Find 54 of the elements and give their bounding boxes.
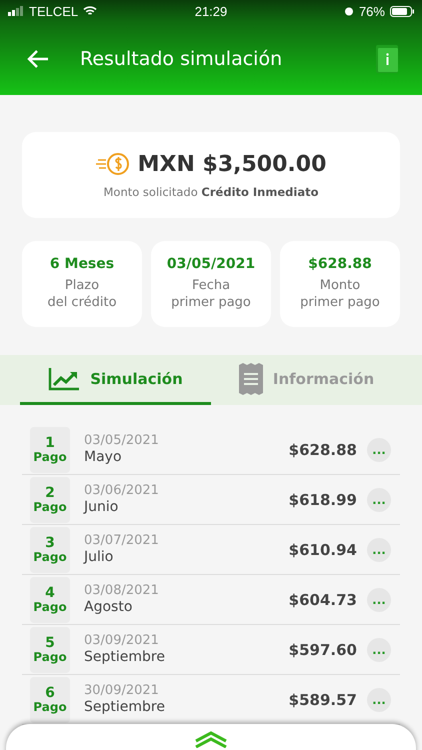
payment-number-badge: 1 Pago	[30, 426, 70, 472]
receipt-icon	[238, 362, 263, 394]
back-arrow-icon[interactable]	[26, 48, 50, 68]
summary-label: Monto primer pago	[300, 278, 380, 312]
summary-value: 03/05/2021	[166, 256, 256, 272]
more-button[interactable]: ...	[367, 438, 391, 462]
battery-percent: 76%	[358, 4, 385, 18]
payment-month: Julio	[84, 548, 114, 566]
summary-label: Fecha primer pago	[171, 278, 251, 312]
payment-month: Mayo	[84, 448, 123, 466]
payment-amount: $618.99	[288, 490, 357, 508]
payment-month: Junio	[84, 498, 120, 516]
payment-number-badge: 3 Pago	[30, 526, 70, 572]
payment-amount: $604.73	[288, 590, 357, 608]
amount-caption: Monto solicitado Crédito Inmediato	[103, 185, 318, 199]
payment-date: 03/05/2021	[84, 433, 160, 449]
payment-date: 30/09/2021	[84, 683, 160, 699]
requested-amount: MXN $3,500.00	[138, 152, 326, 176]
tab[interactable]: Simulación	[20, 355, 211, 405]
payment-number-badge: 2 Pago	[30, 476, 70, 522]
payment-month: Septiembre	[84, 648, 166, 666]
payment-amount: $628.88	[288, 440, 357, 458]
summary-value: 6 Meses	[50, 256, 114, 272]
clock-time: 21:29	[194, 4, 228, 18]
screen-title: Resultado simulación	[80, 48, 284, 70]
more-button[interactable]: ...	[367, 538, 391, 562]
payment-number-badge: 4 Pago	[30, 576, 70, 622]
payment-month: Septiembre	[84, 698, 166, 716]
alarm-icon	[344, 6, 354, 16]
summary-value: $628.88	[308, 256, 372, 272]
wifi-icon	[83, 6, 98, 16]
payment-amount: $589.57	[288, 690, 357, 708]
more-button[interactable]: ...	[367, 488, 391, 512]
signal-icon	[8, 6, 24, 16]
payment-amount: $610.94	[288, 540, 357, 558]
info-book-icon[interactable]	[376, 44, 398, 72]
more-button[interactable]: ...	[367, 588, 391, 612]
battery-icon	[390, 6, 414, 16]
payment-amount: $597.60	[288, 640, 357, 658]
payment-month: Agosto	[84, 598, 134, 616]
payment-date: 03/06/2021	[84, 483, 160, 499]
payment-number-badge: 6 Pago	[30, 676, 70, 722]
chart-icon	[48, 366, 80, 390]
summary-label: Plazo del crédito	[47, 278, 117, 312]
coin-icon	[96, 151, 130, 177]
more-button[interactable]: ...	[367, 638, 391, 662]
chevron-up-icon[interactable]	[193, 730, 229, 748]
more-button[interactable]: ...	[367, 688, 391, 712]
tab[interactable]: Información	[211, 355, 402, 405]
payment-date: 03/08/2021	[84, 583, 160, 599]
payment-number-badge: 5 Pago	[30, 626, 70, 672]
carrier-name: TELCEL	[29, 4, 78, 18]
payment-date: 03/07/2021	[84, 533, 160, 549]
payment-date: 03/09/2021	[84, 633, 160, 649]
